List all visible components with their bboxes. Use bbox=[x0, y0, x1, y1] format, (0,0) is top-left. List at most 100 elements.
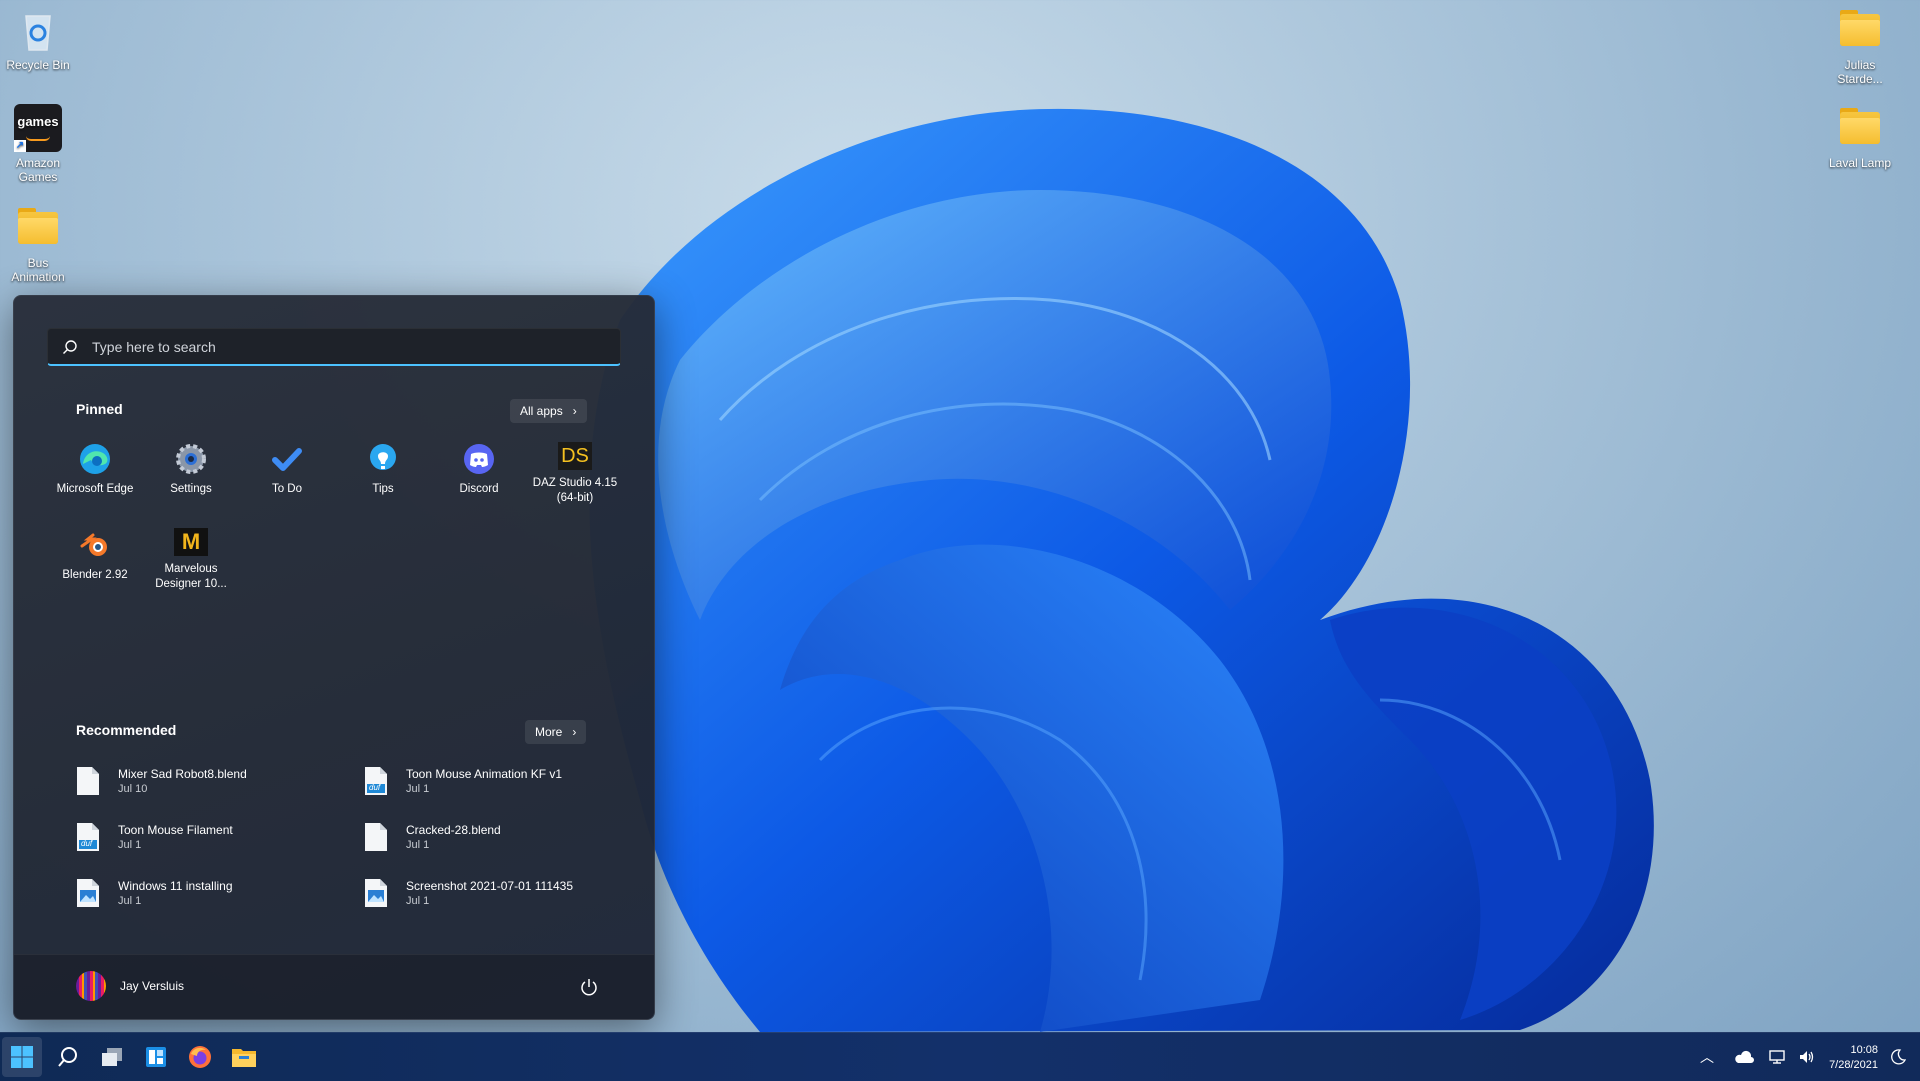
blender-icon bbox=[78, 528, 112, 562]
recommended-item[interactable]: Windows 11 installing Jul 1 bbox=[76, 874, 364, 912]
user-profile-button[interactable]: Jay Versluis bbox=[76, 971, 184, 1001]
edge-icon bbox=[78, 442, 112, 476]
widgets-icon bbox=[146, 1047, 166, 1067]
chevron-right-icon: › bbox=[572, 404, 577, 418]
focus-assist-moon-icon[interactable] bbox=[1890, 1049, 1906, 1065]
todo-icon bbox=[270, 442, 304, 476]
folder-icon bbox=[14, 204, 62, 252]
image-file-icon bbox=[364, 878, 388, 908]
start-menu: Pinned All apps › Microsoft Edge bbox=[13, 295, 655, 1020]
power-button[interactable] bbox=[579, 977, 599, 997]
search-input[interactable] bbox=[90, 337, 614, 356]
onedrive-cloud-icon[interactable] bbox=[1734, 1050, 1754, 1064]
file-explorer-icon bbox=[232, 1049, 256, 1067]
recommended-item[interactable]: duf Toon Mouse Filament Jul 1 bbox=[76, 818, 364, 856]
recommended-item-date: Jul 1 bbox=[406, 838, 430, 851]
system-tray: ︿ bbox=[1700, 1033, 1816, 1081]
taskbar-clock[interactable]: 10:08 7/28/2021 bbox=[1829, 1043, 1878, 1073]
pinned-app-daz-studio[interactable]: DS DAZ Studio 4.15 (64-bit) bbox=[527, 436, 623, 506]
taskbar: ︿ 10:08 7/28/2021 bbox=[0, 1032, 1920, 1081]
pinned-app-microsoft-edge[interactable]: Microsoft Edge bbox=[47, 436, 143, 506]
start-menu-footer: Jay Versluis bbox=[14, 954, 654, 1019]
duf-file-icon: duf bbox=[76, 822, 100, 852]
firefox-button[interactable] bbox=[180, 1037, 220, 1077]
task-view-button[interactable] bbox=[92, 1037, 132, 1077]
pinned-apps-grid: Microsoft Edge Settings To Do Tips Disco… bbox=[47, 436, 623, 592]
duf-file-icon: duf bbox=[364, 766, 388, 796]
pinned-app-label: To Do bbox=[271, 483, 303, 495]
clock-time: 10:08 bbox=[1850, 1044, 1878, 1056]
recommended-item[interactable]: Mixer Sad Robot8.blend Jul 10 bbox=[76, 762, 364, 800]
pinned-app-tips[interactable]: Tips bbox=[335, 436, 431, 506]
pinned-app-label: Microsoft Edge bbox=[56, 483, 134, 495]
desktop-icon-label: Amazon Games bbox=[15, 156, 61, 184]
recommended-item[interactable]: Cracked-28.blend Jul 1 bbox=[364, 818, 624, 856]
tips-icon bbox=[366, 442, 400, 476]
recommended-item-date: Jul 1 bbox=[118, 894, 142, 907]
desktop-icon-julias-starde[interactable]: Julias Starde... bbox=[1820, 6, 1900, 86]
marvelous-icon-text: M bbox=[181, 529, 201, 554]
desktop-icon-bus-animation[interactable]: Bus Animation bbox=[0, 204, 78, 284]
task-view-icon bbox=[102, 1048, 122, 1066]
desktop-icon-recycle-bin[interactable]: Recycle Bin bbox=[0, 6, 78, 72]
power-icon bbox=[581, 979, 597, 996]
pinned-title: Pinned bbox=[76, 401, 123, 417]
folder-icon bbox=[1836, 104, 1884, 152]
daz-icon: DS bbox=[558, 442, 592, 470]
marvelous-icon: M bbox=[174, 528, 208, 556]
folder-icon bbox=[1836, 6, 1884, 54]
discord-icon bbox=[462, 442, 496, 476]
file-icon bbox=[76, 766, 100, 796]
pinned-app-label: Blender 2.92 bbox=[62, 569, 128, 581]
widgets-button[interactable] bbox=[136, 1037, 176, 1077]
pinned-app-discord[interactable]: Discord bbox=[431, 436, 527, 506]
start-icon bbox=[11, 1046, 33, 1068]
start-search-box[interactable] bbox=[47, 328, 621, 366]
pinned-app-marvelous-designer[interactable]: M Marvelous Designer 10... bbox=[143, 522, 239, 592]
volume-icon[interactable] bbox=[1798, 1048, 1816, 1066]
amazon-games-badge: games bbox=[17, 114, 59, 129]
taskbar-search-button[interactable] bbox=[48, 1037, 88, 1077]
more-button[interactable]: More › bbox=[525, 720, 587, 744]
recommended-title: Recommended bbox=[76, 722, 177, 738]
desktop-icon-label: Julias Starde... bbox=[1837, 58, 1883, 86]
desktop-icon-laval-lamp[interactable]: Laval Lamp bbox=[1820, 104, 1900, 170]
pinned-app-settings[interactable]: Settings bbox=[143, 436, 239, 506]
file-icon bbox=[364, 822, 388, 852]
pinned-app-label: Settings bbox=[170, 483, 212, 495]
more-label: More bbox=[535, 725, 563, 739]
recommended-item-date: Jul 1 bbox=[118, 838, 142, 851]
chevron-up-icon[interactable]: ︿ bbox=[1700, 1047, 1714, 1067]
amazon-games-icon: games ↗ bbox=[14, 104, 62, 152]
avatar bbox=[76, 971, 106, 1001]
pinned-app-label: Tips bbox=[372, 483, 394, 495]
search-icon bbox=[58, 1047, 77, 1067]
start-button[interactable] bbox=[2, 1037, 42, 1077]
pinned-app-label: DAZ Studio 4.15 (64-bit) bbox=[532, 477, 618, 504]
recommended-item-name: Cracked-28.blend bbox=[406, 822, 501, 837]
desktop-icon-label: Bus Animation bbox=[11, 256, 65, 284]
desktop-icon-label: Recycle Bin bbox=[6, 58, 70, 72]
clock-date: 7/28/2021 bbox=[1829, 1059, 1878, 1071]
recommended-item-name: Toon Mouse Animation KF v1 bbox=[406, 766, 563, 781]
chevron-right-icon: › bbox=[572, 725, 577, 739]
pinned-app-blender[interactable]: Blender 2.92 bbox=[47, 522, 143, 592]
settings-icon bbox=[174, 442, 208, 476]
file-tag: duf bbox=[369, 783, 381, 792]
recommended-item-date: Jul 10 bbox=[118, 782, 148, 795]
all-apps-button[interactable]: All apps › bbox=[510, 399, 587, 423]
network-icon[interactable] bbox=[1768, 1048, 1786, 1066]
daz-icon-text: DS bbox=[561, 444, 589, 467]
recommended-item[interactable]: duf Toon Mouse Animation KF v1 Jul 1 bbox=[364, 762, 624, 800]
recommended-item[interactable]: Screenshot 2021-07-01 111435 Jul 1 bbox=[364, 874, 624, 912]
firefox-icon bbox=[189, 1046, 211, 1068]
recommended-item-name: Mixer Sad Robot8.blend bbox=[118, 766, 247, 781]
recommended-item-date: Jul 1 bbox=[406, 782, 430, 795]
desktop-icon-amazon-games[interactable]: games ↗ Amazon Games bbox=[0, 104, 78, 184]
desktop-icon-label: Laval Lamp bbox=[1828, 156, 1892, 170]
file-explorer-button[interactable] bbox=[224, 1037, 264, 1077]
all-apps-label: All apps bbox=[520, 404, 563, 418]
pinned-app-to-do[interactable]: To Do bbox=[239, 436, 335, 506]
pinned-app-label: Marvelous Designer 10... bbox=[155, 563, 227, 590]
shortcut-arrow-icon: ↗ bbox=[14, 140, 26, 152]
